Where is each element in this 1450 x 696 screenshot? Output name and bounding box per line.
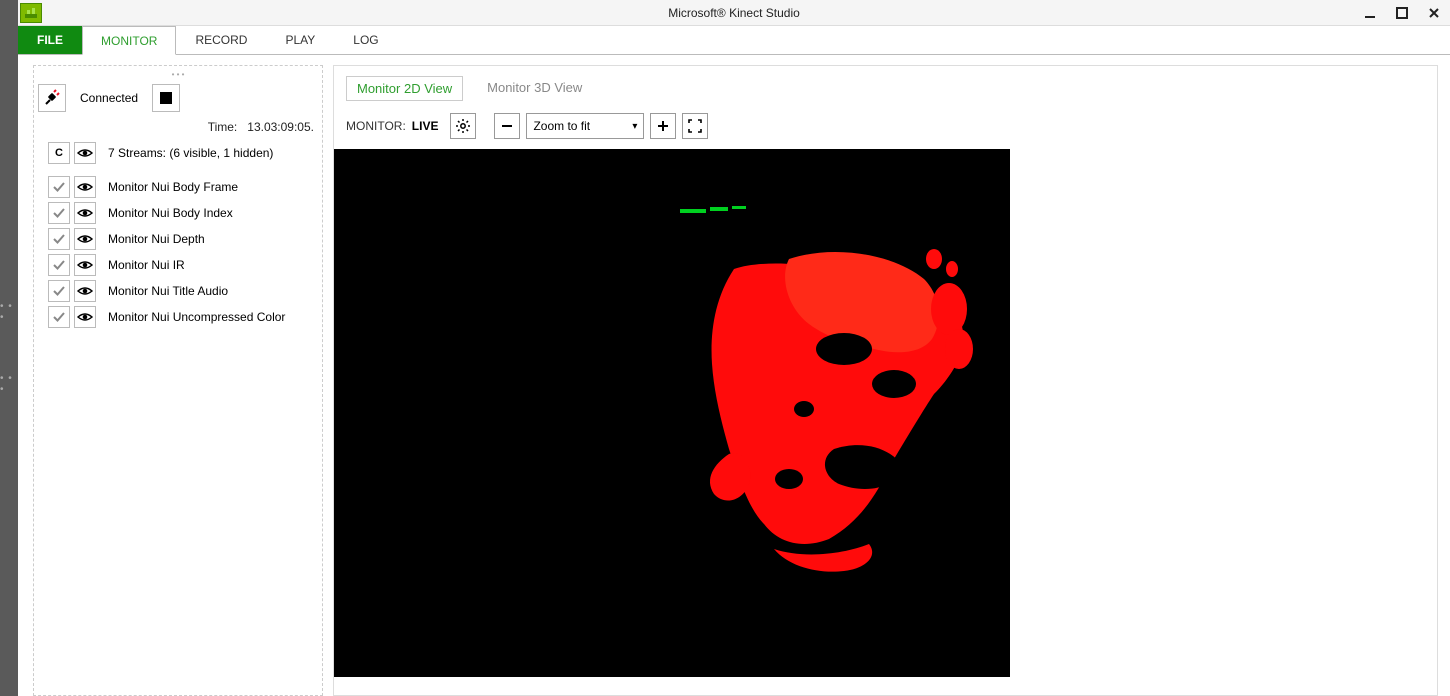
time-label: Time: bbox=[208, 120, 238, 134]
zoom-out-button[interactable] bbox=[494, 113, 520, 139]
gear-icon bbox=[455, 118, 471, 134]
stream-name: Monitor Nui IR bbox=[108, 258, 185, 272]
plus-icon bbox=[656, 119, 670, 133]
stream-enable-toggle[interactable] bbox=[48, 254, 70, 276]
stream-visibility-toggle[interactable] bbox=[74, 254, 96, 276]
zoom-select[interactable]: Zoom to fit ▾ bbox=[526, 113, 644, 139]
zoom-value: Zoom to fit bbox=[533, 119, 590, 133]
menu-play[interactable]: PLAY bbox=[266, 26, 334, 54]
minus-icon bbox=[500, 119, 514, 133]
menu-log[interactable]: LOG bbox=[334, 26, 397, 54]
grip-dots: • • • bbox=[0, 301, 18, 323]
time-value: 13.03:09:05. bbox=[247, 120, 314, 134]
menu-record[interactable]: RECORD bbox=[176, 26, 266, 54]
stream-enable-toggle[interactable] bbox=[48, 202, 70, 224]
menubar: FILE MONITOR RECORD PLAY LOG bbox=[18, 26, 1450, 55]
minimize-button[interactable] bbox=[1354, 1, 1386, 25]
collapse-button[interactable]: C bbox=[48, 142, 70, 164]
visibility-toggle-all[interactable] bbox=[74, 142, 96, 164]
connect-button[interactable] bbox=[38, 84, 66, 112]
maximize-button[interactable] bbox=[1386, 1, 1418, 25]
streams-panel: • • • Connected Time: 13.03:09:05. C bbox=[33, 65, 323, 696]
stream-enable-toggle[interactable] bbox=[48, 228, 70, 250]
stream-name: Monitor Nui Body Index bbox=[108, 206, 233, 220]
stream-visibility-toggle[interactable] bbox=[74, 228, 96, 250]
stop-icon bbox=[160, 92, 172, 104]
stream-name: Monitor Nui Uncompressed Color bbox=[108, 310, 285, 324]
grip-dots: • • • bbox=[0, 373, 18, 395]
stream-enable-toggle[interactable] bbox=[48, 176, 70, 198]
close-button[interactable] bbox=[1418, 1, 1450, 25]
window-title: Microsoft® Kinect Studio bbox=[668, 6, 800, 20]
monitor-status: LIVE bbox=[412, 119, 439, 133]
connection-status: Connected bbox=[70, 91, 148, 105]
left-dock-grip[interactable]: • • • • • • bbox=[0, 0, 18, 696]
menu-monitor[interactable]: MONITOR bbox=[82, 26, 176, 55]
body: • • • Connected Time: 13.03:09:05. C bbox=[18, 55, 1450, 696]
stream-enable-toggle[interactable] bbox=[48, 280, 70, 302]
time-row: Time: 13.03:09:05. bbox=[38, 120, 314, 134]
menu-file[interactable]: FILE bbox=[18, 26, 82, 54]
connection-row: Connected bbox=[38, 84, 318, 112]
titlebar: Microsoft® Kinect Studio bbox=[18, 0, 1450, 26]
stream-name: Monitor Nui Title Audio bbox=[108, 284, 228, 298]
stream-item: Monitor Nui Uncompressed Color bbox=[48, 306, 318, 328]
zoom-in-button[interactable] bbox=[650, 113, 676, 139]
settings-button[interactable] bbox=[450, 113, 476, 139]
fullscreen-button[interactable] bbox=[682, 113, 708, 139]
stream-item: Monitor Nui Depth bbox=[48, 228, 318, 250]
depth-viewport[interactable] bbox=[334, 149, 1010, 677]
stream-visibility-toggle[interactable] bbox=[74, 280, 96, 302]
left-panel: • • • Connected Time: 13.03:09:05. C bbox=[33, 65, 323, 696]
chevron-down-icon: ▾ bbox=[632, 121, 637, 132]
stream-item: Monitor Nui Body Frame bbox=[48, 176, 318, 198]
stop-button[interactable] bbox=[152, 84, 180, 112]
stream-item: Monitor Nui Title Audio bbox=[48, 280, 318, 302]
monitor-label: MONITOR: bbox=[346, 119, 406, 133]
c-letter: C bbox=[55, 147, 63, 159]
app-icon bbox=[20, 3, 42, 23]
streams-summary: 7 Streams: (6 visible, 1 hidden) bbox=[108, 146, 273, 160]
stream-visibility-toggle[interactable] bbox=[74, 306, 96, 328]
panel-grip[interactable]: • • • bbox=[38, 70, 318, 80]
stream-name: Monitor Nui Depth bbox=[108, 232, 205, 246]
main-panel: Monitor 2D View Monitor 3D View MONITOR:… bbox=[333, 65, 1438, 696]
stream-visibility-toggle[interactable] bbox=[74, 202, 96, 224]
monitor-toolbar: MONITOR: LIVE Zoom to fit ▾ bbox=[334, 109, 1437, 149]
stream-list: Monitor Nui Body Frame Monitor Nui Body I… bbox=[38, 172, 318, 332]
streams-header: C 7 Streams: (6 visible, 1 hidden) bbox=[48, 142, 318, 164]
stream-enable-toggle[interactable] bbox=[48, 306, 70, 328]
stream-item: Monitor Nui IR bbox=[48, 254, 318, 276]
view-tabs: Monitor 2D View Monitor 3D View bbox=[334, 66, 1437, 109]
stream-visibility-toggle[interactable] bbox=[74, 176, 96, 198]
stream-name: Monitor Nui Body Frame bbox=[108, 180, 238, 194]
tab-monitor-3d[interactable]: Monitor 3D View bbox=[477, 76, 592, 101]
window-controls bbox=[1354, 1, 1450, 25]
stream-item: Monitor Nui Body Index bbox=[48, 202, 318, 224]
expand-icon bbox=[688, 119, 702, 133]
tab-monitor-2d[interactable]: Monitor 2D View bbox=[346, 76, 463, 101]
app-window: Microsoft® Kinect Studio FILE MONITOR RE… bbox=[18, 0, 1450, 696]
